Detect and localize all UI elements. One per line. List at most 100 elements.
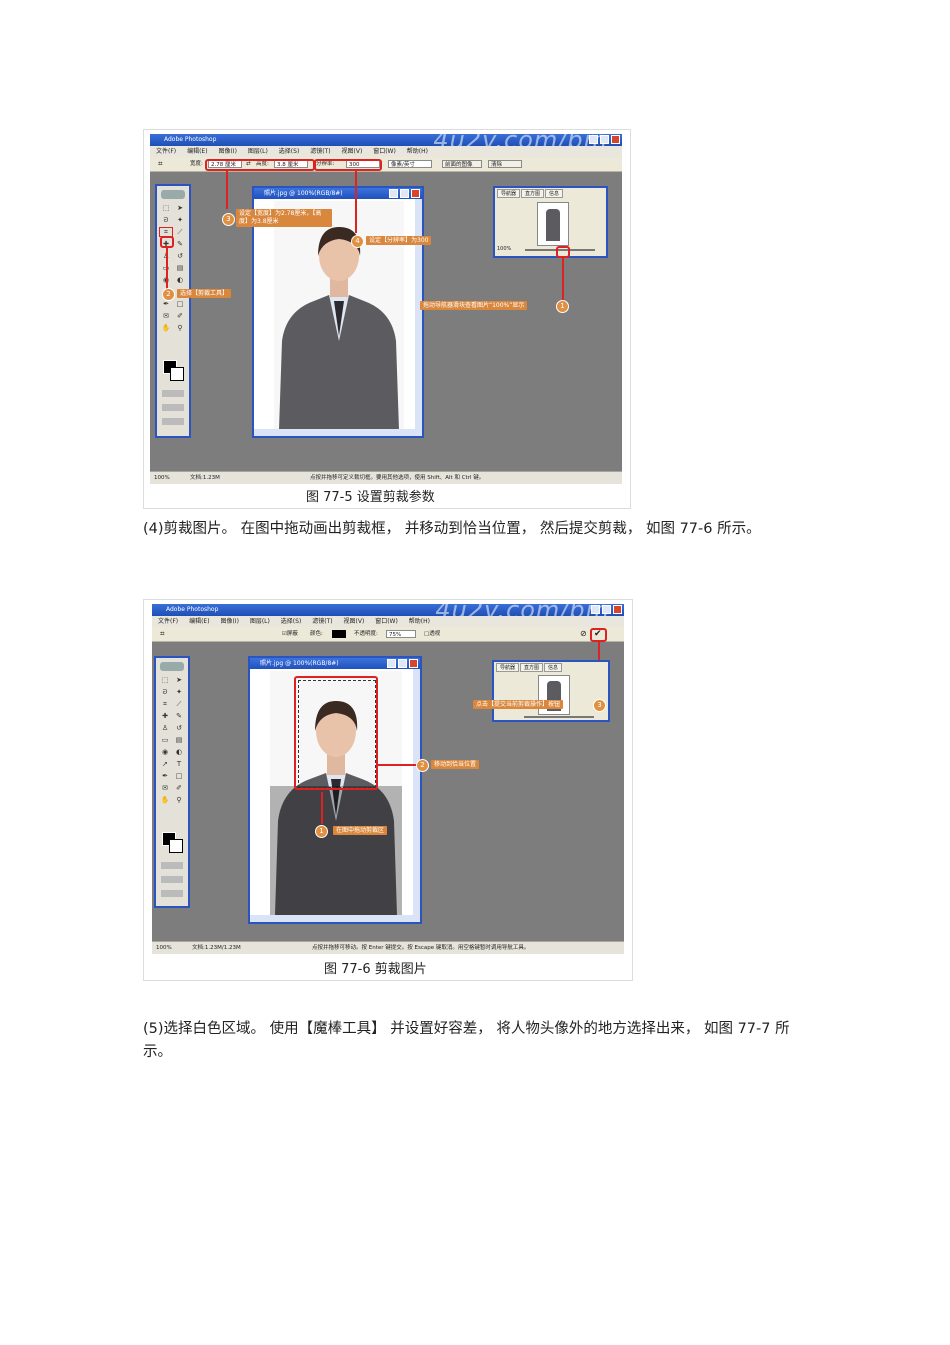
menu-edit[interactable]: 编辑(E) (189, 618, 209, 625)
crop-tool-icon[interactable]: ⌗ (158, 157, 163, 171)
type-tool-icon[interactable]: T (173, 760, 185, 768)
quick-mask-icon[interactable] (162, 390, 184, 397)
menu-window[interactable]: 窗口(W) (375, 618, 398, 625)
brush-tool-icon[interactable]: ✎ (173, 712, 185, 720)
menu-help[interactable]: 帮助(H) (407, 148, 428, 155)
doc-minimize-button[interactable] (387, 659, 396, 668)
notes-tool-icon[interactable]: ✉ (160, 312, 172, 320)
cancel-crop-icon[interactable]: ⊘ (580, 627, 587, 641)
notes-tool-icon[interactable]: ✉ (159, 784, 171, 792)
slice-tool-icon[interactable]: ⟋ (174, 228, 186, 236)
jump-to-imageready-icon[interactable] (161, 890, 183, 897)
maximize-button[interactable] (600, 135, 609, 144)
gradient-tool-icon[interactable]: ▤ (173, 736, 185, 744)
history-brush-icon[interactable]: ↺ (173, 724, 185, 732)
magic-wand-tool-icon[interactable]: ✦ (173, 688, 185, 696)
front-image-button[interactable]: 前面的图像 (442, 160, 482, 168)
menu-filter[interactable]: 滤镜(T) (312, 618, 332, 625)
tab-histogram[interactable]: 直方图 (521, 189, 545, 198)
menu-layer[interactable]: 图层(L) (250, 618, 270, 625)
menu-help[interactable]: 帮助(H) (409, 618, 430, 625)
menu-file[interactable]: 文件(F) (156, 148, 176, 155)
menu-select[interactable]: 选择(S) (279, 148, 300, 155)
slice-tool-icon[interactable]: ⟋ (173, 700, 185, 708)
menu-layer[interactable]: 图层(L) (248, 148, 268, 155)
minimize-button[interactable] (591, 605, 600, 614)
minimize-button[interactable] (589, 135, 598, 144)
magic-wand-tool-icon[interactable]: ✦ (174, 216, 186, 224)
shield-color-swatch[interactable] (332, 630, 346, 638)
vertical-scrollbar[interactable] (415, 199, 422, 436)
menu-filter[interactable]: 滤镜(T) (310, 148, 330, 155)
opacity-field[interactable]: 75% (386, 630, 416, 638)
gradient-tool-icon[interactable]: ▤ (174, 264, 186, 272)
doc-minimize-button[interactable] (389, 189, 398, 198)
close-button[interactable] (611, 135, 620, 144)
dodge-tool-icon[interactable]: ◐ (173, 748, 185, 756)
hand-tool-icon[interactable]: ✋ (160, 324, 172, 332)
menu-view[interactable]: 视图(V) (342, 148, 363, 155)
menu-select[interactable]: 选择(S) (281, 618, 302, 625)
vertical-scrollbar[interactable] (413, 669, 420, 922)
quick-mask-icon[interactable] (161, 862, 183, 869)
brush-tool-icon[interactable]: ✎ (174, 240, 186, 248)
doc-maximize-button[interactable] (398, 659, 407, 668)
dodge-tool-icon[interactable]: ◐ (174, 276, 186, 284)
screen-mode-icon[interactable] (162, 404, 184, 411)
path-select-icon[interactable]: ➚ (159, 760, 171, 768)
tab-navigator[interactable]: 导航器 (496, 663, 520, 672)
lasso-tool-icon[interactable]: ᘐ (159, 688, 171, 696)
blur-tool-icon[interactable]: ◉ (159, 748, 171, 756)
menu-file[interactable]: 文件(F) (158, 618, 178, 625)
background-color-swatch[interactable] (170, 367, 184, 381)
screen-mode-icon[interactable] (161, 876, 183, 883)
navigator-slider[interactable] (524, 716, 594, 718)
move-tool-icon[interactable]: ➤ (174, 204, 186, 212)
clone-stamp-icon[interactable]: ♙ (159, 724, 171, 732)
status-zoom[interactable]: 100% (156, 942, 172, 954)
background-color-swatch[interactable] (169, 839, 183, 853)
hand-tool-icon[interactable]: ✋ (159, 796, 171, 804)
marquee-tool-icon[interactable]: ⬚ (160, 204, 172, 212)
doc-maximize-button[interactable] (400, 189, 409, 198)
tab-navigator[interactable]: 导航器 (497, 189, 521, 198)
perspective-checkbox[interactable]: □透视 (424, 627, 440, 641)
marquee-tool-icon[interactable]: ⬚ (159, 676, 171, 684)
tab-info[interactable]: 信息 (545, 189, 564, 198)
status-doc-size: 文档:1.23M/1.23M (192, 945, 241, 951)
menu-view[interactable]: 视图(V) (344, 618, 365, 625)
eyedropper-tool-icon[interactable]: ✐ (174, 312, 186, 320)
status-zoom[interactable]: 100% (154, 472, 170, 484)
pen-tool-icon[interactable]: ✒ (160, 300, 172, 308)
shape-tool-icon[interactable]: □ (173, 772, 185, 780)
horizontal-scrollbar[interactable] (254, 429, 415, 436)
lasso-tool-icon[interactable]: ᘐ (160, 216, 172, 224)
tab-info[interactable]: 信息 (544, 663, 563, 672)
doc-close-button[interactable] (409, 659, 418, 668)
clear-button[interactable]: 清除 (488, 160, 522, 168)
zoom-tool-icon[interactable]: ⚲ (174, 324, 186, 332)
eyedropper-tool-icon[interactable]: ✐ (173, 784, 185, 792)
menu-image[interactable]: 图像(I) (220, 618, 238, 625)
shape-tool-icon[interactable]: □ (174, 300, 186, 308)
horizontal-scrollbar[interactable] (250, 915, 413, 922)
shield-checkbox[interactable]: ☑屏蔽 (282, 627, 298, 641)
history-brush-icon[interactable]: ↺ (174, 252, 186, 260)
maximize-button[interactable] (602, 605, 611, 614)
zoom-tool-icon[interactable]: ⚲ (173, 796, 185, 804)
crop-tool-icon[interactable]: ⌗ (160, 627, 165, 641)
pen-tool-icon[interactable]: ✒ (159, 772, 171, 780)
eraser-tool-icon[interactable]: ▭ (159, 736, 171, 744)
resolution-unit-select[interactable]: 像素/英寸 (388, 160, 432, 168)
menu-edit[interactable]: 编辑(E) (187, 148, 207, 155)
jump-to-imageready-icon[interactable] (162, 418, 184, 425)
move-tool-icon[interactable]: ➤ (173, 676, 185, 684)
doc-close-button[interactable] (411, 189, 420, 198)
menu-window[interactable]: 窗口(W) (373, 148, 396, 155)
menu-image[interactable]: 图像(I) (218, 148, 236, 155)
close-button[interactable] (613, 605, 622, 614)
crop-tool-icon[interactable]: ⌗ (159, 700, 171, 708)
healing-brush-icon[interactable]: ✚ (159, 712, 171, 720)
tab-histogram[interactable]: 直方图 (520, 663, 544, 672)
crop-tool-icon[interactable]: ⌗ (159, 227, 173, 237)
